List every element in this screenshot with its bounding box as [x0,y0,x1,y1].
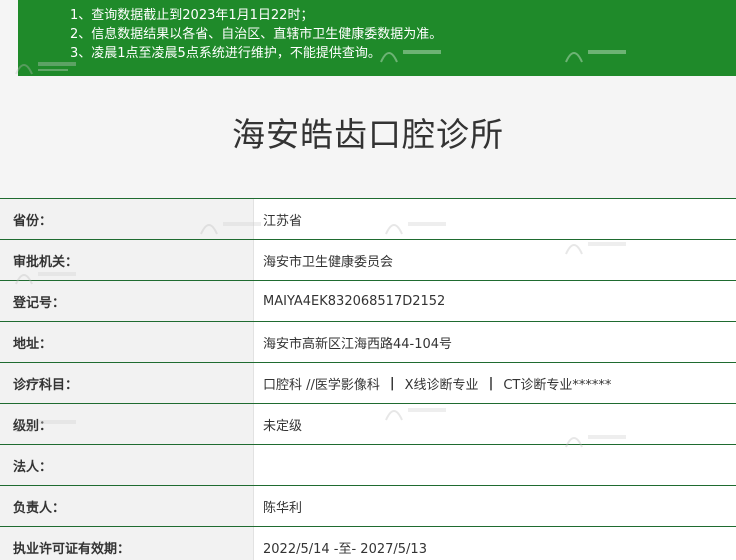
row-label: 登记号： [0,281,254,321]
table-row: 诊疗科目： 口腔科 //医学影像科 | X线诊断专业 | CT诊断专业*****… [0,363,736,404]
row-value: 海安市卫生健康委员会 [254,240,736,280]
table-row: 负责人： 陈华利 [0,486,736,527]
table-row: 法人： [0,445,736,486]
row-label: 级别： [0,404,254,444]
row-value: 2022/5/14 -至- 2027/5/13 [254,527,736,560]
row-value: 口腔科 //医学影像科 | X线诊断专业 | CT诊断专业****** [254,363,736,403]
row-label: 执业许可证有效期： [0,527,254,560]
notice-line: 1、查询数据截止到2023年1月1日22时； [70,8,314,23]
subject-separator: | [389,375,395,391]
subject-item: X线诊断专业 [404,377,479,393]
subject-separator: | [488,375,494,391]
row-value: 陈华利 [254,486,736,526]
row-label: 负责人： [0,486,254,526]
row-value: 海安市高新区江海西路44-104号 [254,322,736,362]
table-row: 执业许可证有效期： 2022/5/14 -至- 2027/5/13 [0,527,736,560]
row-value: 未定级 [254,404,736,444]
subject-item: CT诊断专业****** [503,377,612,393]
notice-line: 3、凌晨1点至凌晨5点系统进行维护，不能提供查询。 [70,46,381,61]
row-value: MAIYA4EK832068517D2152 [254,281,736,321]
row-label: 审批机关： [0,240,254,280]
table-row: 级别： 未定级 [0,404,736,445]
table-row: 登记号： MAIYA4EK832068517D2152 [0,281,736,322]
notice-banner: 1、查询数据截止到2023年1月1日22时； 2、信息数据结果以各省、自治区、直… [18,0,736,76]
row-label: 法人： [0,445,254,485]
table-row: 地址： 海安市高新区江海西路44-104号 [0,322,736,363]
row-label: 省份： [0,199,254,239]
subject-item: 口腔科 //医学影像科 [263,377,380,393]
page-title: 海安皓齿口腔诊所 [232,115,504,154]
row-label: 诊疗科目： [0,363,254,403]
row-value: 江苏省 [254,199,736,239]
row-value [254,445,736,485]
info-table: 省份： 江苏省 审批机关： 海安市卫生健康委员会 登记号： MAIYA4EK83… [0,198,736,560]
row-label: 地址： [0,322,254,362]
table-row: 审批机关： 海安市卫生健康委员会 [0,240,736,281]
table-row: 省份： 江苏省 [0,199,736,240]
notice-line: 2、信息数据结果以各省、自治区、直辖市卫生健康委数据为准。 [70,27,443,42]
